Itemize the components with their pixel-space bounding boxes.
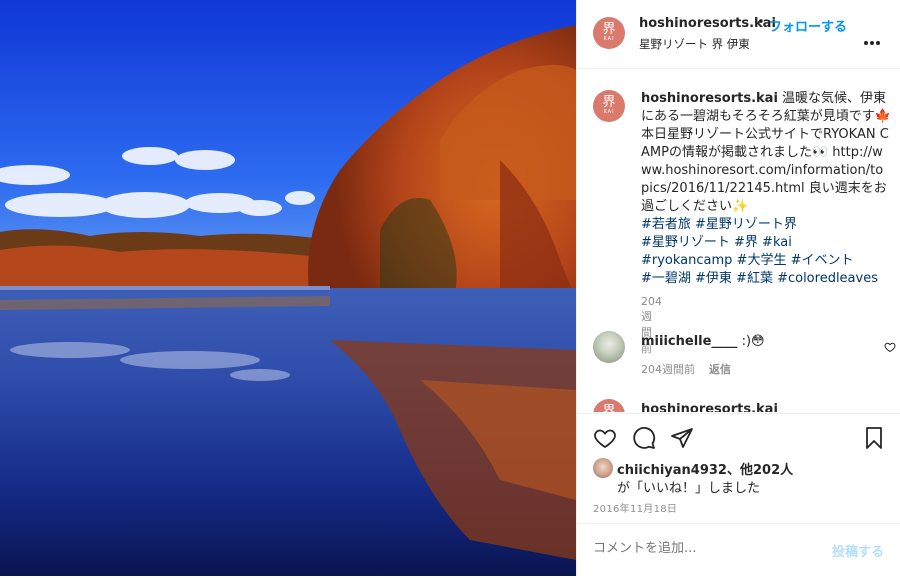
caption-tags-3[interactable]: #ryokancamp #大学生 #イベント — [641, 253, 853, 268]
account-avatar[interactable]: 界 KAI — [593, 17, 625, 49]
share-paper-plane-icon[interactable] — [670, 426, 694, 450]
caption-tags-1[interactable]: #若者旅 #星野リゾート界 — [641, 217, 797, 232]
likes-summary-suffix: が「いいね！」しました — [617, 481, 761, 496]
save-bookmark-icon[interactable] — [862, 426, 886, 450]
post-comment-button[interactable]: 投稿する — [832, 541, 884, 560]
reply-button[interactable]: 返信 — [709, 363, 731, 376]
location-link[interactable]: 星野リゾート 界 伊東 — [639, 36, 750, 52]
instagram-post-window: 界 KAI hoshinoresorts.kai • フォローする 星野リゾート … — [0, 0, 900, 576]
header-username[interactable]: hoshinoresorts.kai — [639, 16, 776, 31]
liker-username[interactable]: chiichiyan4932 — [617, 463, 727, 478]
comment-text: :)😳 — [741, 334, 765, 349]
post-actions: chiichiyan4932、他202人 が「いいね！」しました 2016年11… — [577, 413, 900, 577]
post-date[interactable]: 2016年11月18日 — [593, 500, 677, 515]
caption-username[interactable]: hoshinoresorts.kai — [641, 91, 778, 106]
comment-body: miiichelle____ :)😳 — [641, 333, 891, 351]
caption-tags-2[interactable]: #星野リゾート #界 #kai — [641, 235, 792, 250]
caption-text: 温暖な気候、伊東にある一碧湖もそろそろ紅葉が見頃です🍁本日星野リゾート公式サイト… — [641, 91, 891, 214]
likes-count[interactable]: 、他202人 — [727, 463, 793, 478]
comment-body: hoshinoresorts.kai — [641, 401, 891, 412]
comments-list[interactable]: 界 KAI hoshinoresorts.kai 温暖な気候、伊東にある一碧湖もそ… — [577, 69, 900, 412]
follow-button[interactable]: フォローする — [769, 16, 847, 35]
caption-tags-4[interactable]: #一碧湖 #伊東 #紅葉 #coloredleaves — [641, 271, 878, 286]
comment-meta: 204週間前 返信 — [641, 361, 731, 377]
more-options-icon[interactable] — [864, 30, 884, 45]
commenter-avatar[interactable] — [593, 331, 625, 363]
post-photo[interactable] — [0, 0, 576, 576]
likes-summary[interactable]: chiichiyan4932、他202人 — [617, 459, 793, 478]
comment-like-heart-icon[interactable] — [884, 341, 896, 353]
comment-bubble-icon[interactable] — [632, 426, 656, 450]
autumn-lake-image — [0, 0, 576, 576]
caption-body: hoshinoresorts.kai 温暖な気候、伊東にある一碧湖もそろそろ紅葉… — [641, 90, 891, 288]
comment-username[interactable]: hoshinoresorts.kai — [641, 402, 778, 412]
comment-username[interactable]: miiichelle____ — [641, 334, 737, 349]
post-header: 界 KAI hoshinoresorts.kai • フォローする 星野リゾート … — [577, 0, 900, 69]
comment-timestamp[interactable]: 204週間前 — [641, 363, 695, 376]
like-heart-icon[interactable] — [593, 426, 617, 450]
liker-avatar[interactable] — [593, 458, 613, 478]
post-side-panel: 界 KAI hoshinoresorts.kai • フォローする 星野リゾート … — [576, 0, 900, 576]
caption-avatar[interactable]: 界 KAI — [593, 90, 625, 122]
commenter-avatar[interactable]: 界KAI — [593, 399, 625, 412]
add-comment-input[interactable] — [593, 541, 813, 556]
add-comment-bar: 投稿する — [577, 523, 900, 578]
header-separator: • — [757, 15, 765, 30]
